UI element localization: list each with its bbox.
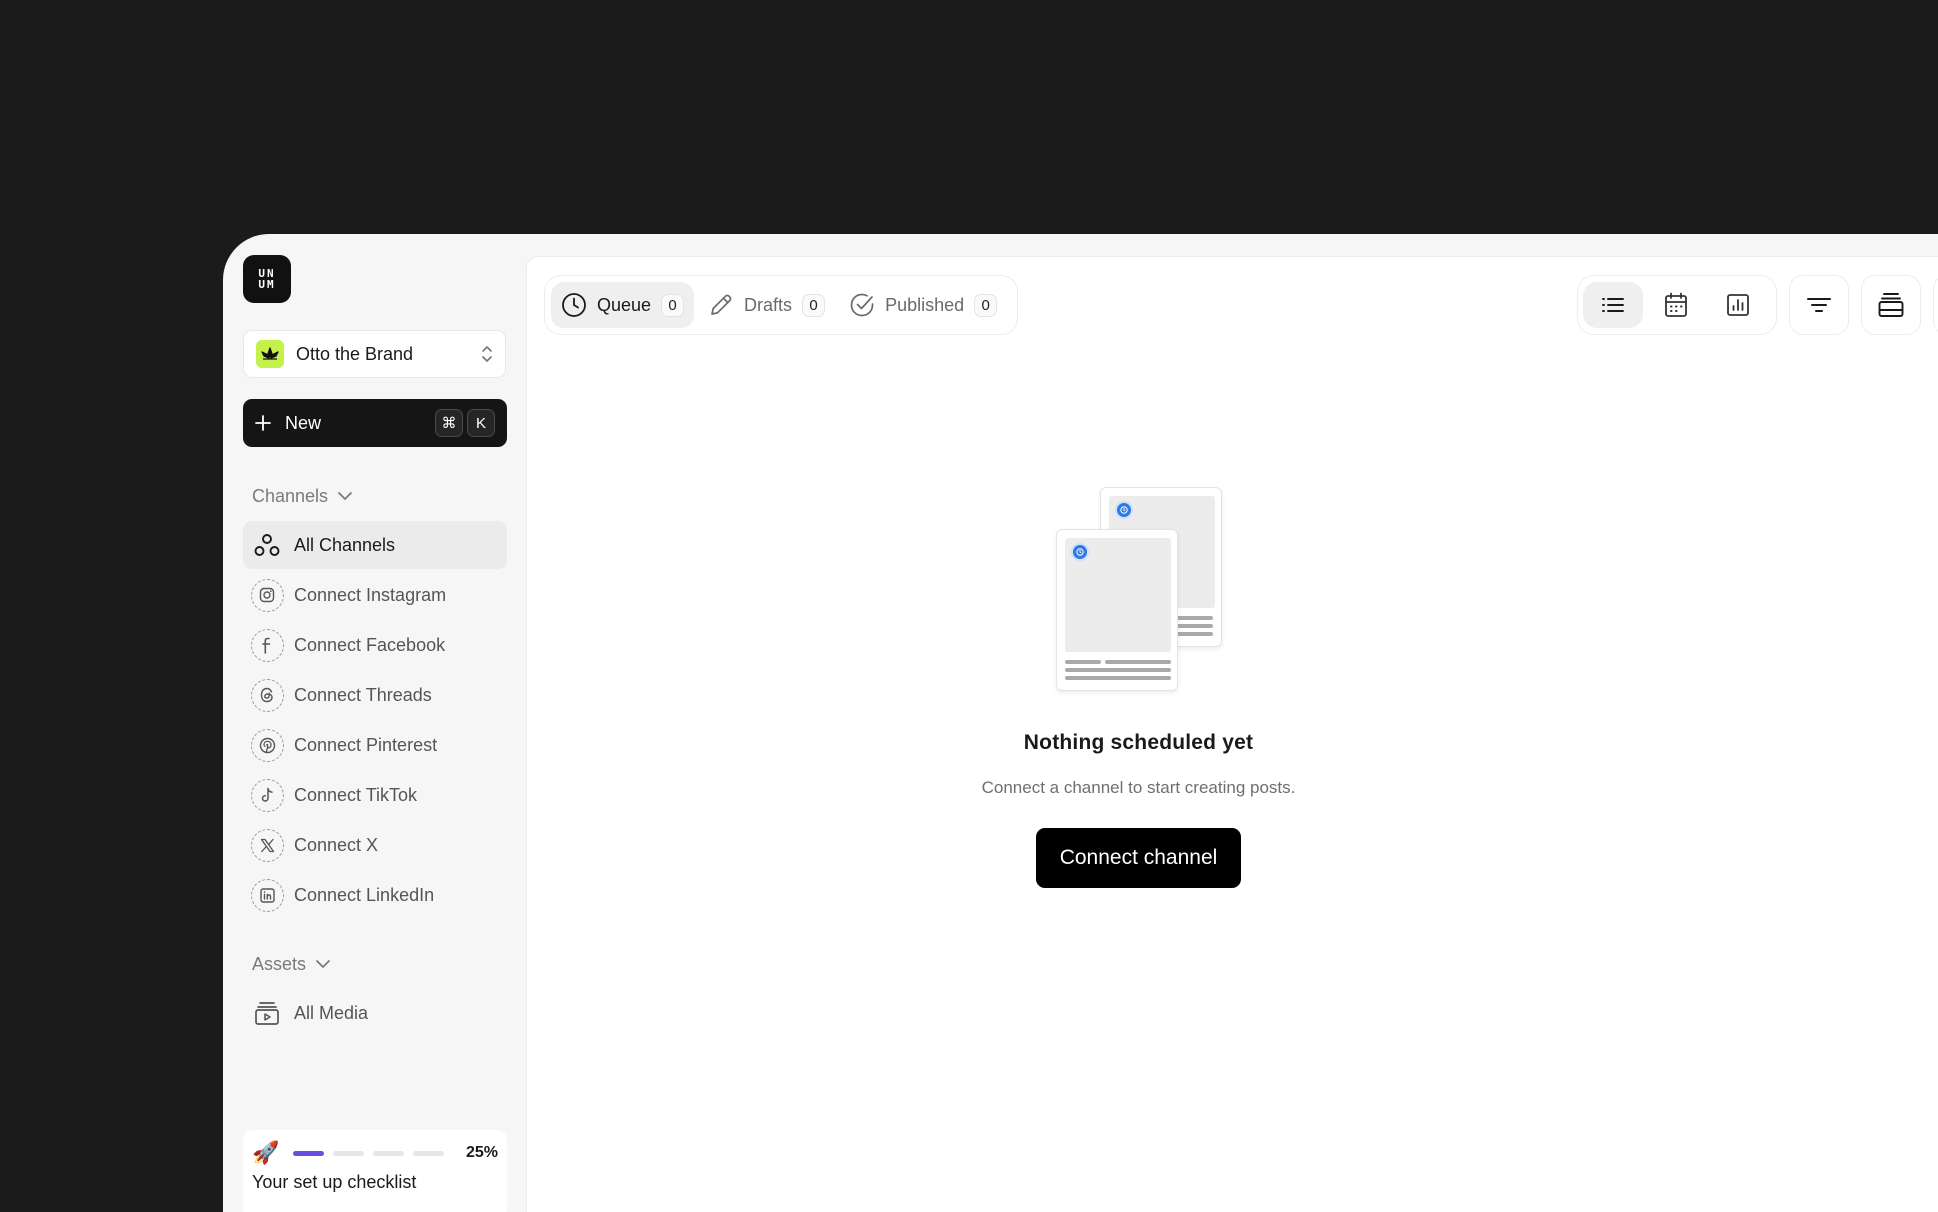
lotus-icon xyxy=(261,347,279,360)
checklist-progress xyxy=(293,1150,466,1156)
sidebar-item-label: Connect Instagram xyxy=(294,584,447,605)
tab-label: Published xyxy=(885,294,965,315)
sidebar-item-label: All Channels xyxy=(294,534,396,555)
tab-label: Drafts xyxy=(744,294,793,315)
view-mode-switch xyxy=(1577,275,1777,335)
channels-icon xyxy=(250,528,284,562)
checklist-title: Your set up checklist xyxy=(252,1172,417,1192)
shortcut-k-key: K xyxy=(467,409,495,437)
linkedin-icon xyxy=(250,878,284,912)
post-card-front xyxy=(1055,529,1178,691)
sidebar-item-label: Connect TikTok xyxy=(294,784,418,805)
empty-state-subtitle: Connect a channel to start creating post… xyxy=(981,778,1296,797)
new-button-label: New xyxy=(285,412,322,433)
progress-step-4 xyxy=(413,1150,445,1156)
clock-icon xyxy=(562,293,586,317)
brand-selector[interactable]: Otto the Brand xyxy=(243,330,506,378)
channels-heading: Channels xyxy=(252,486,329,506)
check-circle-icon xyxy=(850,293,874,317)
empty-state: Nothing scheduled yet Connect a channel … xyxy=(527,487,1750,888)
plus-icon xyxy=(255,415,271,431)
setup-checklist[interactable]: 🚀 25% Your set up checklist xyxy=(243,1130,507,1212)
tab-published[interactable]: Published 0 xyxy=(839,282,1007,328)
media-library-button[interactable] xyxy=(1861,275,1921,335)
analytics-icon xyxy=(1727,294,1750,316)
progress-step-3 xyxy=(373,1150,405,1156)
connect-channel-button[interactable]: Connect channel xyxy=(1035,828,1242,888)
sidebar-item-label: Connect X xyxy=(294,834,379,855)
tab-count: 0 xyxy=(661,293,685,317)
sidebar: UN UM Otto the Brand New ⌘ K Channels Al… xyxy=(223,234,526,1212)
sidebar-item-tiktok[interactable]: Connect TikTok xyxy=(243,771,507,819)
threads-icon xyxy=(250,678,284,712)
tab-count: 0 xyxy=(802,293,826,317)
sidebar-item-all-media[interactable]: All Media xyxy=(243,989,507,1037)
filter-button[interactable] xyxy=(1789,275,1849,335)
sidebar-item-all-channels[interactable]: All Channels xyxy=(243,521,507,569)
clock-badge-icon xyxy=(1114,501,1133,519)
analytics-view-button[interactable] xyxy=(1708,282,1768,328)
clock-badge-icon xyxy=(1070,543,1089,561)
list-view-icon xyxy=(1601,298,1624,312)
empty-state-title: Nothing scheduled yet xyxy=(1023,731,1254,754)
channels-section-toggle[interactable]: Channels xyxy=(252,486,352,507)
main-panel: Queue 0 Drafts 0 Published 0 Nothing sch… xyxy=(526,256,1938,1212)
brand-name: Otto the Brand xyxy=(296,343,414,364)
sidebar-item-facebook[interactable]: Connect Facebook xyxy=(243,621,507,669)
chevron-down-icon xyxy=(316,960,330,968)
calendar-view-button[interactable] xyxy=(1646,282,1706,328)
tiktok-icon xyxy=(250,778,284,812)
sidebar-item-label: Connect Threads xyxy=(294,684,432,705)
assets-section-toggle[interactable]: Assets xyxy=(252,954,330,975)
tab-queue[interactable]: Queue 0 xyxy=(551,282,695,328)
calendar-icon xyxy=(1664,292,1687,317)
sidebar-item-pinterest[interactable]: Connect Pinterest xyxy=(243,721,507,769)
logo-text: UN UM xyxy=(258,267,276,291)
media-icon xyxy=(250,996,284,1030)
x-icon xyxy=(250,828,284,862)
tab-drafts[interactable]: Drafts 0 xyxy=(698,282,835,328)
pencil-icon xyxy=(711,294,732,315)
chevron-down-icon xyxy=(338,492,352,500)
sidebar-item-threads[interactable]: Connect Threads xyxy=(243,671,507,719)
sidebar-item-label: Connect LinkedIn xyxy=(294,884,435,905)
filter-icon xyxy=(1807,298,1831,312)
tab-count: 0 xyxy=(974,293,998,317)
sidebar-item-x[interactable]: Connect X xyxy=(243,821,507,869)
tab-label: Queue xyxy=(597,294,652,315)
app-window: UN UM Otto the Brand New ⌘ K Channels Al… xyxy=(223,234,1938,1212)
sidebar-item-label: Connect Facebook xyxy=(294,634,446,655)
sidebar-item-linkedin[interactable]: Connect LinkedIn xyxy=(243,871,507,919)
app-logo[interactable]: UN UM xyxy=(243,255,291,303)
sidebar-item-label: All Media xyxy=(294,1002,369,1023)
chevron-updown-icon xyxy=(482,346,492,362)
sidebar-item-label: Connect Pinterest xyxy=(294,734,438,755)
progress-step-1 xyxy=(293,1150,325,1156)
media-library-icon xyxy=(1878,293,1904,317)
brand-avatar xyxy=(256,340,284,368)
checklist-percent: 25% xyxy=(465,1144,498,1161)
post-status-tabs: Queue 0 Drafts 0 Published 0 xyxy=(544,275,1019,335)
shortcut-cmd-key: ⌘ xyxy=(435,409,463,437)
pinterest-icon xyxy=(250,728,284,762)
instagram-icon xyxy=(250,578,284,612)
new-post-button[interactable]: New ⌘ K xyxy=(243,399,507,447)
facebook-icon xyxy=(250,628,284,662)
progress-step-2 xyxy=(333,1150,365,1156)
scheduled-posts-illustration xyxy=(1055,487,1226,697)
list-view-button[interactable] xyxy=(1583,282,1643,328)
more-button[interactable] xyxy=(1933,275,1938,335)
rocket-icon: 🚀 xyxy=(252,1140,280,1165)
sidebar-item-instagram[interactable]: Connect Instagram xyxy=(243,571,507,619)
assets-heading: Assets xyxy=(252,954,307,974)
